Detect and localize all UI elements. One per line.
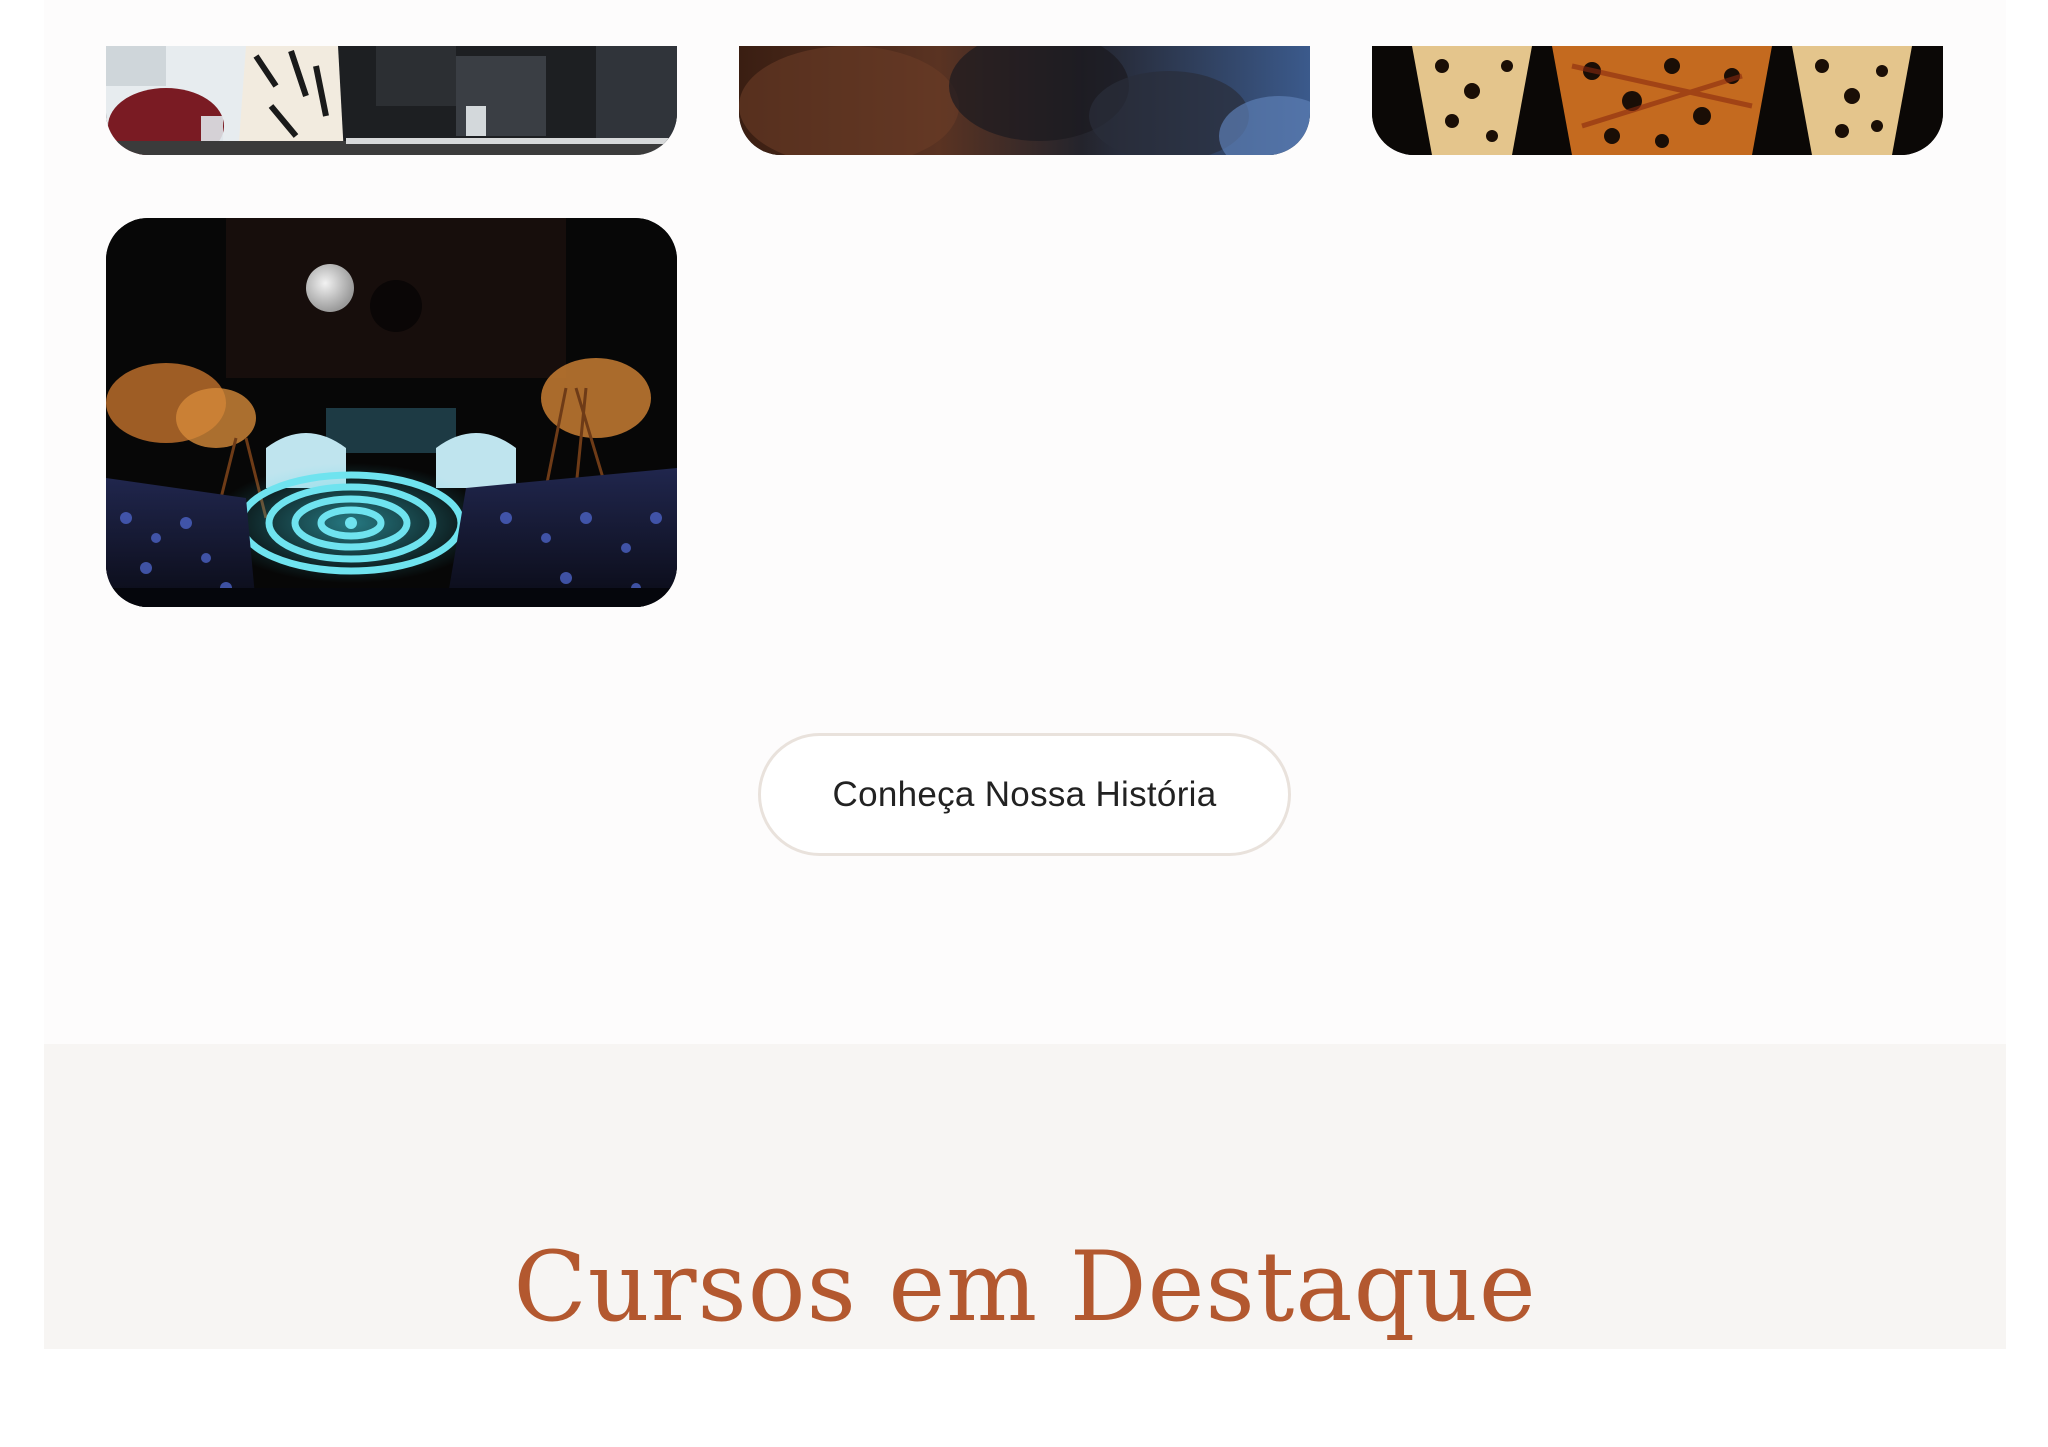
gallery-photo-audience[interactable]: [739, 46, 1310, 155]
featured-courses-title: Cursos em Destaque: [513, 1231, 1537, 1343]
page: Conheça Nossa História Cursos em Destaqu…: [0, 0, 2048, 1447]
gallery-photo-night-stage[interactable]: [106, 218, 677, 607]
meeting-photo-image: [106, 46, 677, 155]
gallery-photo-meeting[interactable]: [106, 46, 677, 155]
gallery-section: Conheça Nossa História: [44, 0, 2006, 1044]
history-button[interactable]: Conheça Nossa História: [758, 733, 1291, 856]
featured-courses-section: Cursos em Destaque: [44, 1044, 2006, 1349]
audience-photo-image: [739, 46, 1310, 155]
gallery-photo-jaguar[interactable]: [1372, 46, 1943, 155]
night-stage-photo-image: [106, 218, 677, 607]
jaguar-photo-image: [1372, 46, 1943, 155]
